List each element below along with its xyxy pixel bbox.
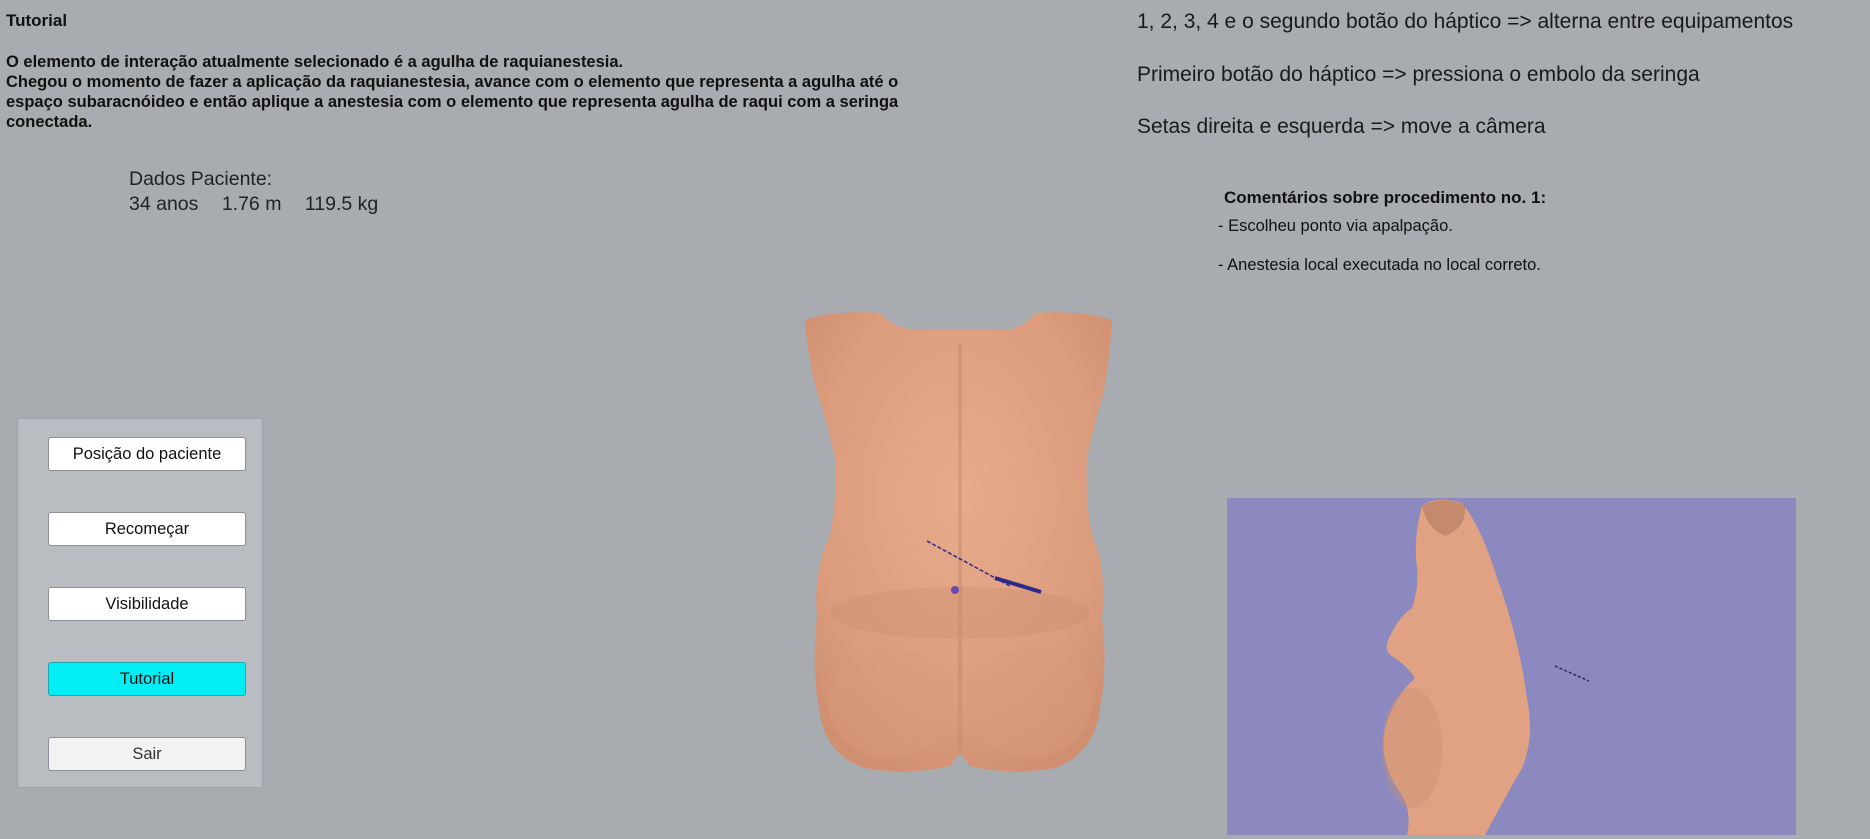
comments-title: Comentários sobre procedimento no. 1: (1224, 188, 1547, 207)
patient-weight: 119.5 kg (304, 193, 379, 215)
patient-age: 34 anos (129, 193, 199, 215)
patient-data-values: 34 anos 1.76 m 119.5 kg (129, 192, 396, 217)
procedure-comments: Comentários sobre procedimento no. 1: - … (1218, 188, 1546, 295)
patient-height: 1.76 m (221, 193, 282, 215)
patient-position-button[interactable]: Posição do paciente (48, 437, 246, 471)
tutorial-title: Tutorial (6, 11, 68, 30)
instruction-line-1: O elemento de interação atualmente selec… (6, 53, 624, 71)
buttock-shading-right (968, 648, 1092, 758)
restart-button[interactable]: Recomeçar (48, 512, 246, 546)
instruction-line-4: conectada. (6, 113, 93, 131)
visibility-button[interactable]: Visibilidade (48, 587, 246, 621)
comment-item: - Escolheu ponto via apalpação. (1218, 217, 1453, 235)
exit-button[interactable]: Sair (48, 737, 246, 771)
belly-shading (1382, 688, 1442, 808)
controls-help-line: Setas direita e esquerda => move a câmer… (1137, 115, 1546, 138)
controls-help: 1, 2, 3, 4 e o segundo botão do háptico … (1137, 10, 1793, 168)
comment-item: - Anestesia local executada no local cor… (1218, 256, 1541, 274)
main-3d-viewport[interactable] (795, 308, 1125, 778)
controls-help-line: Primeiro botão do háptico => pressiona o… (1137, 62, 1700, 86)
instruction-line-3: espaço subaracnóideo e então aplique a a… (6, 93, 899, 111)
patient-data-label: Dados Paciente: (129, 168, 273, 190)
insertion-point-marker (951, 586, 959, 594)
instruction-line-2: Chegou o momento de fazer a aplicação da… (6, 73, 899, 91)
instruction-text: O elemento de interação atualmente selec… (6, 52, 1006, 132)
waist-shading (830, 587, 1090, 639)
menu-panel: Posição do paciente Recomeçar Visibilida… (17, 418, 263, 788)
controls-help-line: 1, 2, 3, 4 e o segundo botão do háptico … (1137, 10, 1794, 33)
tutorial-button[interactable]: Tutorial (48, 662, 246, 696)
buttock-shading-left (828, 648, 952, 758)
side-3d-viewport[interactable] (1227, 498, 1796, 835)
patient-data: Dados Paciente: 34 anos 1.76 m 119.5 kg (129, 167, 396, 217)
